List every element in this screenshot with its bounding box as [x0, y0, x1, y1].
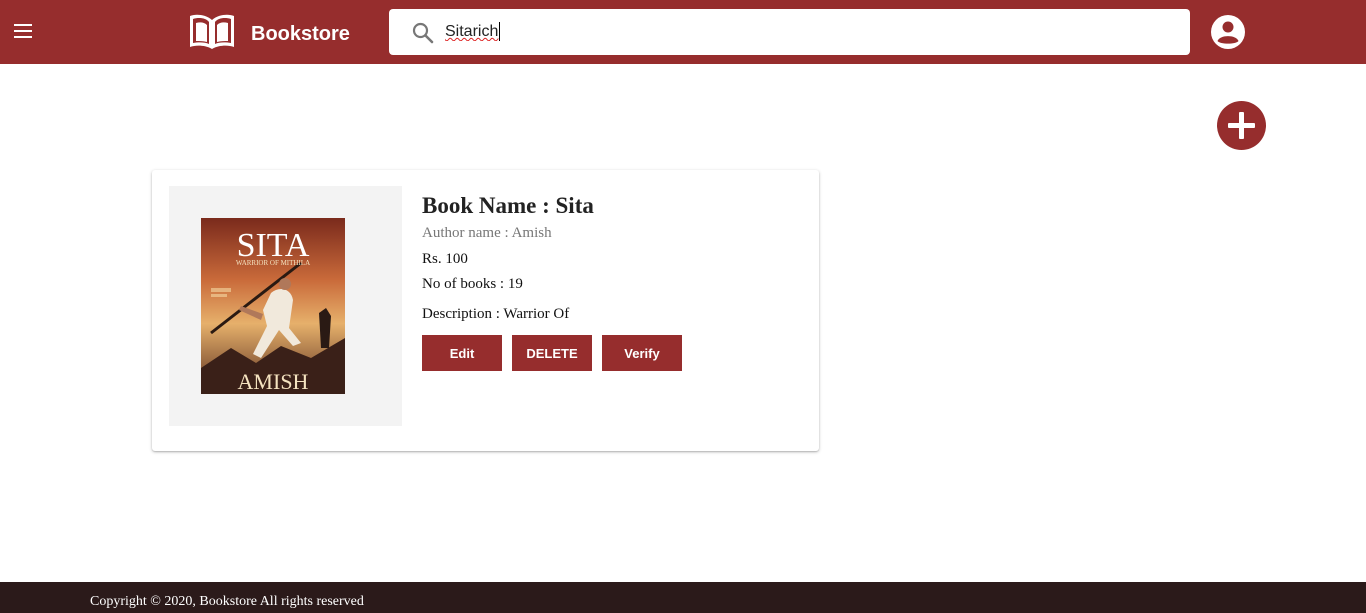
- search-bar[interactable]: [389, 9, 1190, 55]
- text-cursor: [499, 22, 500, 41]
- edit-button[interactable]: Edit: [422, 335, 502, 371]
- delete-button[interactable]: DELETE: [512, 335, 592, 371]
- book-card: SITA WARRIOR OF MITHILA AMISH Book Name …: [152, 170, 819, 451]
- search-input[interactable]: [445, 19, 1165, 45]
- app-bar: Bookstore: [0, 0, 1366, 64]
- copyright-text: Copyright © 2020, Bookstore All rights r…: [90, 594, 364, 609]
- footer: Copyright © 2020, Bookstore All rights r…: [0, 582, 1366, 613]
- book-name: Book Name : Sita: [422, 193, 594, 218]
- verify-button[interactable]: Verify: [602, 335, 682, 371]
- search-icon: [412, 22, 434, 44]
- add-book-button[interactable]: [1217, 101, 1266, 150]
- open-book-icon: [190, 14, 234, 49]
- book-description: Description : Warrior Of: [422, 306, 570, 322]
- account-circle-icon[interactable]: [1209, 13, 1247, 51]
- book-author: Author name : Amish: [422, 225, 552, 241]
- menu-icon[interactable]: [14, 22, 38, 42]
- book-count: No of books : 19: [422, 276, 523, 292]
- book-price: Rs. 100: [422, 251, 468, 267]
- brand-name: Bookstore: [251, 23, 350, 45]
- cover-author: AMISH: [238, 369, 309, 394]
- book-cover-frame: SITA WARRIOR OF MITHILA AMISH: [169, 186, 402, 426]
- book-cover-image: SITA WARRIOR OF MITHILA AMISH: [201, 218, 345, 394]
- cover-subtitle: WARRIOR OF MITHILA: [236, 259, 310, 267]
